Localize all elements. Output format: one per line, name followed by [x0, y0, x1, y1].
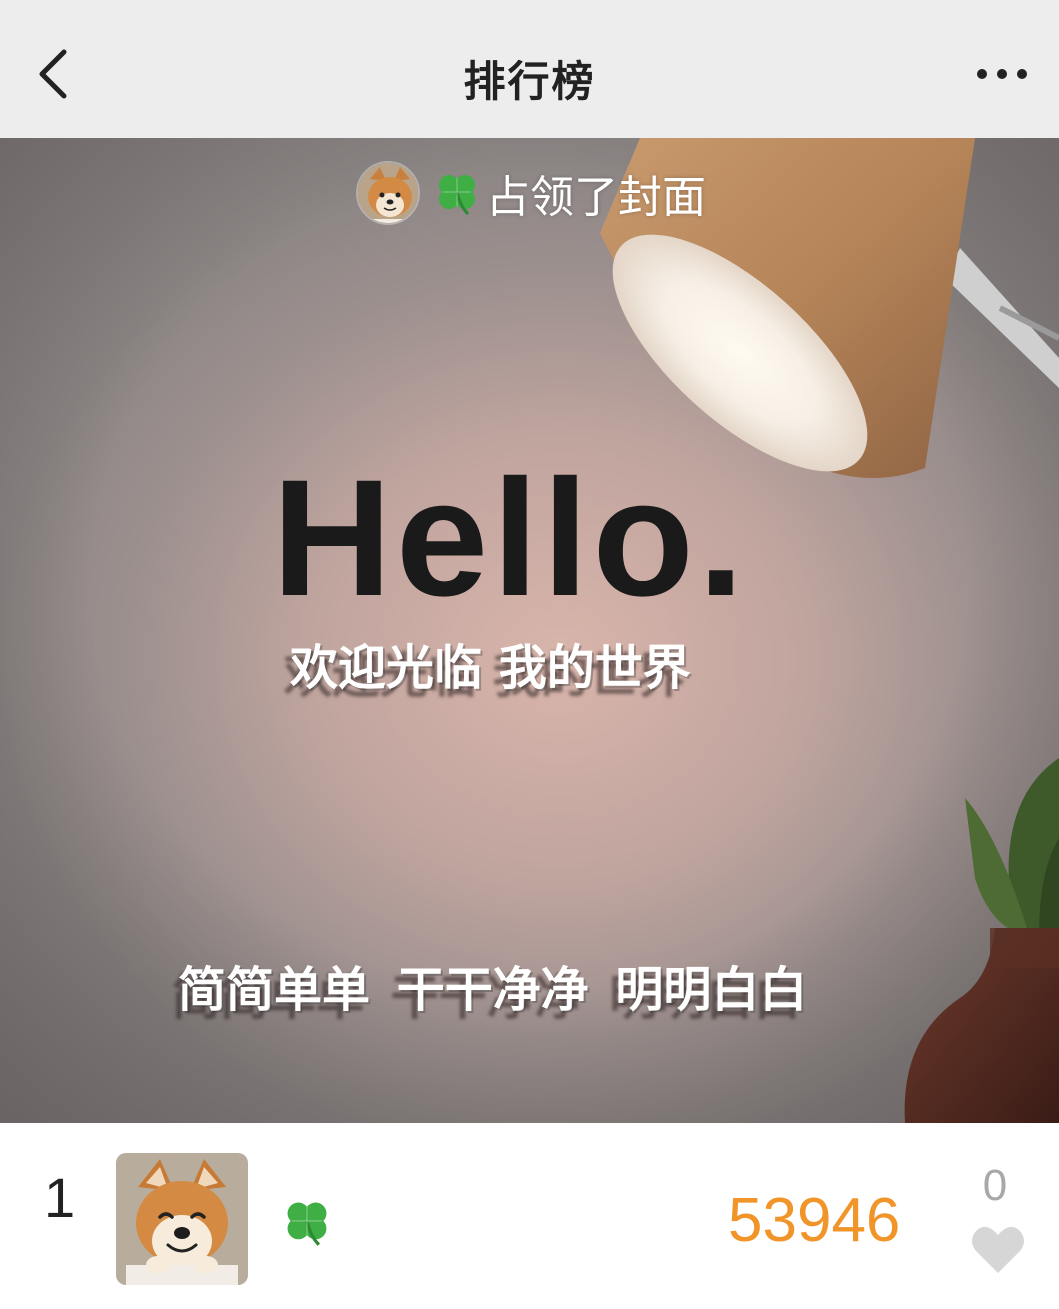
cover-subtitle-2: 简简单单 干干净净 明明白白 — [178, 962, 808, 1018]
occupier-avatar[interactable] — [356, 161, 420, 225]
rank-number: 1 — [44, 1166, 76, 1229]
cover-subtitle-1: 欢迎光临 我的世界 — [290, 640, 691, 696]
page-title: 排行榜 — [463, 57, 596, 106]
four-leaf-clover-icon — [439, 175, 475, 216]
like-count: 0 — [982, 1161, 1008, 1210]
user-avatar[interactable] — [116, 1153, 248, 1285]
shiba-dog-avatar-icon — [358, 163, 418, 223]
step-count: 53946 — [728, 1186, 901, 1255]
cover-headline: Hello. — [272, 446, 748, 631]
occupier-text: 占领了封面 — [486, 172, 706, 223]
ranking-row[interactable]: 1 53946 0 — [0, 1123, 1059, 1309]
cover-occupier: 占领了封面 — [356, 160, 706, 226]
shiba-dog-avatar-icon — [116, 1153, 248, 1285]
more-horizontal-icon — [977, 69, 1027, 79]
cover-image[interactable]: 占领了封面 Hello. 欢迎光临 我的世界 简简单单 干干净净 明明白白 — [0, 138, 1059, 1123]
four-leaf-clover-icon — [287, 1202, 327, 1246]
heart-icon[interactable] — [970, 1223, 1026, 1275]
more-button[interactable] — [972, 58, 1032, 90]
nav-bar: 排行榜 — [0, 0, 1059, 138]
